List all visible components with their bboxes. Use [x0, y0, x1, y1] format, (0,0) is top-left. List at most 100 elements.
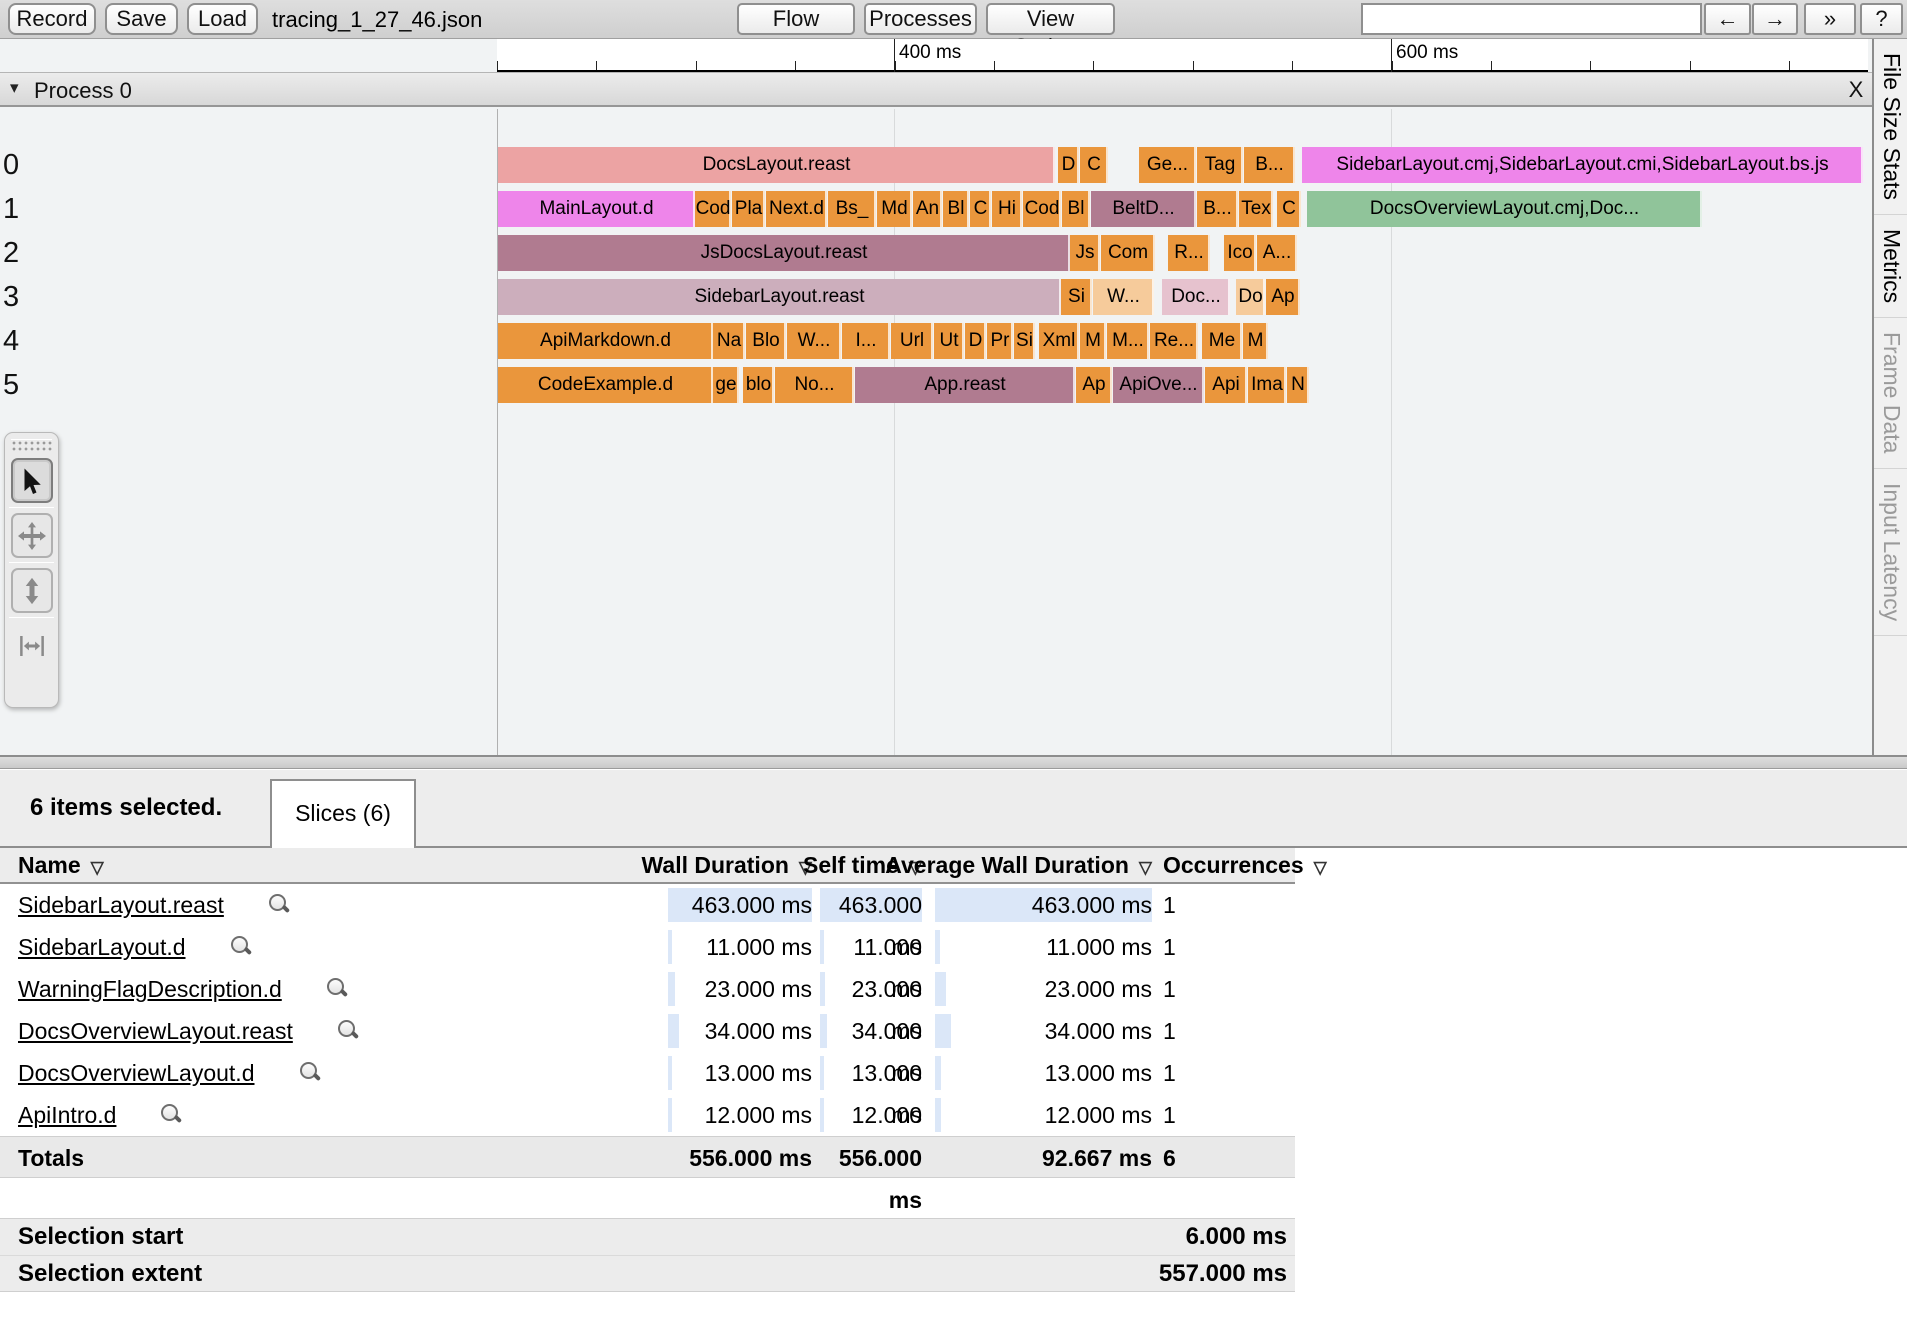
trace-slice[interactable]: Ico: [1224, 235, 1256, 271]
trace-slice[interactable]: Me: [1202, 323, 1242, 359]
side-tab-frame-data[interactable]: Frame Data: [1874, 318, 1907, 469]
trace-slice[interactable]: Bl: [1062, 191, 1090, 227]
timeline-ruler[interactable]: 400 ms 600 ms: [0, 39, 1872, 72]
select-arrow-tool[interactable]: [10, 458, 53, 503]
header-average-wall-duration[interactable]: Average Wall Duration ▽: [822, 848, 1152, 884]
header-name[interactable]: Name ▽: [18, 848, 104, 884]
trace-slice[interactable]: blo: [743, 367, 774, 403]
record-button[interactable]: Record: [8, 3, 96, 35]
trace-slice[interactable]: Bl: [943, 191, 969, 227]
trace-slice[interactable]: Si: [1061, 279, 1092, 315]
side-tab-file-size-stats[interactable]: File Size Stats: [1874, 39, 1907, 215]
trace-slice[interactable]: Bs_: [828, 191, 876, 227]
trace-slice[interactable]: B...: [1197, 191, 1238, 227]
magnifier-icon[interactable]: [229, 935, 253, 959]
save-button[interactable]: Save: [105, 3, 178, 35]
trace-slice[interactable]: M: [1243, 323, 1268, 359]
trace-slice[interactable]: Ge...: [1139, 147, 1196, 183]
more-options-button[interactable]: »: [1804, 3, 1856, 35]
processes-button[interactable]: Processes: [864, 3, 977, 35]
view-options-button[interactable]: View Options: [986, 3, 1115, 59]
trace-slice[interactable]: CodeExample.d: [498, 367, 713, 403]
trace-slice[interactable]: Next.d: [766, 191, 827, 227]
magnifier-icon[interactable]: [159, 1103, 183, 1127]
header-occurrences[interactable]: Occurrences ▽: [1163, 848, 1327, 884]
trace-slice[interactable]: Js: [1070, 235, 1100, 271]
side-tab-input-latency[interactable]: Input Latency: [1874, 469, 1907, 636]
interval-select-tool[interactable]: [11, 623, 53, 668]
magnifier-icon[interactable]: [298, 1061, 322, 1085]
trace-slice[interactable]: Re...: [1150, 323, 1198, 359]
collapse-triangle-icon[interactable]: ▾: [10, 78, 19, 98]
trace-slice[interactable]: Api: [1205, 367, 1247, 403]
slice-name-link[interactable]: SidebarLayout.d: [18, 934, 186, 960]
palette-drag-handle[interactable]: [11, 439, 52, 453]
trace-slice[interactable]: C: [1080, 147, 1108, 183]
slice-name-link[interactable]: DocsOverviewLayout.d: [18, 1060, 255, 1086]
close-process-button[interactable]: X: [1843, 77, 1869, 103]
trace-slice[interactable]: C: [970, 191, 991, 227]
trace-slice[interactable]: An: [913, 191, 942, 227]
flame-chart[interactable]: 0 DocsLayout.reast D C Ge... Tag B... SidebarLa…: [0, 109, 1872, 755]
trace-slice[interactable]: MainLayout.d: [498, 191, 695, 227]
trace-slice[interactable]: ApiMarkdown.d: [498, 323, 713, 359]
trace-slice[interactable]: R...: [1168, 235, 1210, 271]
magnifier-icon[interactable]: [267, 893, 291, 917]
trace-slice[interactable]: C: [1277, 191, 1301, 227]
flow-events-button[interactable]: Flow events: [737, 3, 855, 59]
trace-slice[interactable]: Com: [1101, 235, 1155, 271]
trace-slice[interactable]: JsDocsLayout.reast: [498, 235, 1070, 271]
slice-name-link[interactable]: ApiIntro.d: [18, 1102, 116, 1128]
trace-slice[interactable]: DocsLayout.reast: [498, 147, 1055, 183]
trace-slice[interactable]: Pla: [732, 191, 765, 227]
trace-slice[interactable]: Cod: [1023, 191, 1061, 227]
trace-slice[interactable]: App.reast: [855, 367, 1075, 403]
trace-slice[interactable]: W...: [1093, 279, 1154, 315]
trace-slice[interactable]: D: [1058, 147, 1079, 183]
tab-slices[interactable]: Slices (6): [270, 779, 416, 848]
trace-slice[interactable]: Ap: [1076, 367, 1112, 403]
trace-slice[interactable]: ApiOve...: [1113, 367, 1204, 403]
trace-slice[interactable]: Pr: [987, 323, 1013, 359]
trace-slice[interactable]: Si: [1014, 323, 1035, 359]
trace-slice[interactable]: D: [965, 323, 986, 359]
trace-slice[interactable]: M...: [1107, 323, 1149, 359]
trace-slice[interactable]: Ima: [1248, 367, 1286, 403]
load-button[interactable]: Load: [187, 3, 258, 35]
trace-slice[interactable]: Hi: [992, 191, 1022, 227]
trace-slice[interactable]: BeltD...: [1091, 191, 1196, 227]
magnifier-icon[interactable]: [325, 977, 349, 1001]
trace-slice[interactable]: Tag: [1197, 147, 1243, 183]
find-input[interactable]: [1361, 3, 1702, 35]
trace-slice[interactable]: Tex: [1239, 191, 1273, 227]
trace-slice[interactable]: No...: [775, 367, 854, 403]
zoom-vertical-tool[interactable]: [10, 568, 53, 613]
trace-slice[interactable]: Do: [1236, 279, 1265, 315]
trace-slice[interactable]: Doc...: [1162, 279, 1230, 315]
slice-name-link[interactable]: SidebarLayout.reast: [18, 892, 224, 918]
pan-tool[interactable]: [10, 513, 53, 558]
process-header[interactable]: ▾ Process 0 X: [0, 72, 1872, 107]
trace-slice[interactable]: Cod: [695, 191, 731, 227]
trace-slice[interactable]: Blo: [746, 323, 786, 359]
trace-slice[interactable]: DocsOverviewLayout.cmj,Doc...: [1307, 191, 1702, 227]
trace-slice[interactable]: SidebarLayout.cmj,SidebarLayout.cmi,Side…: [1302, 147, 1863, 183]
find-next-button[interactable]: →: [1752, 3, 1798, 35]
find-previous-button[interactable]: ←: [1704, 3, 1751, 35]
trace-slice[interactable]: A...: [1257, 235, 1297, 271]
trace-slice[interactable]: Url: [891, 323, 933, 359]
trace-slice[interactable]: N: [1287, 367, 1309, 403]
help-button[interactable]: ?: [1860, 3, 1903, 35]
trace-slice[interactable]: ge: [713, 367, 739, 403]
trace-slice[interactable]: SidebarLayout.reast: [498, 279, 1061, 315]
trace-slice[interactable]: Ap: [1266, 279, 1300, 315]
panel-splitter[interactable]: [0, 755, 1907, 769]
trace-slice[interactable]: I...: [842, 323, 890, 359]
trace-slice[interactable]: M: [1080, 323, 1106, 359]
slice-name-link[interactable]: WarningFlagDescription.d: [18, 976, 282, 1002]
slice-name-link[interactable]: DocsOverviewLayout.reast: [18, 1018, 293, 1044]
trace-slice[interactable]: B...: [1244, 147, 1295, 183]
trace-slice[interactable]: Xml: [1039, 323, 1079, 359]
trace-slice[interactable]: Na: [713, 323, 745, 359]
side-tab-metrics[interactable]: Metrics: [1874, 215, 1907, 319]
